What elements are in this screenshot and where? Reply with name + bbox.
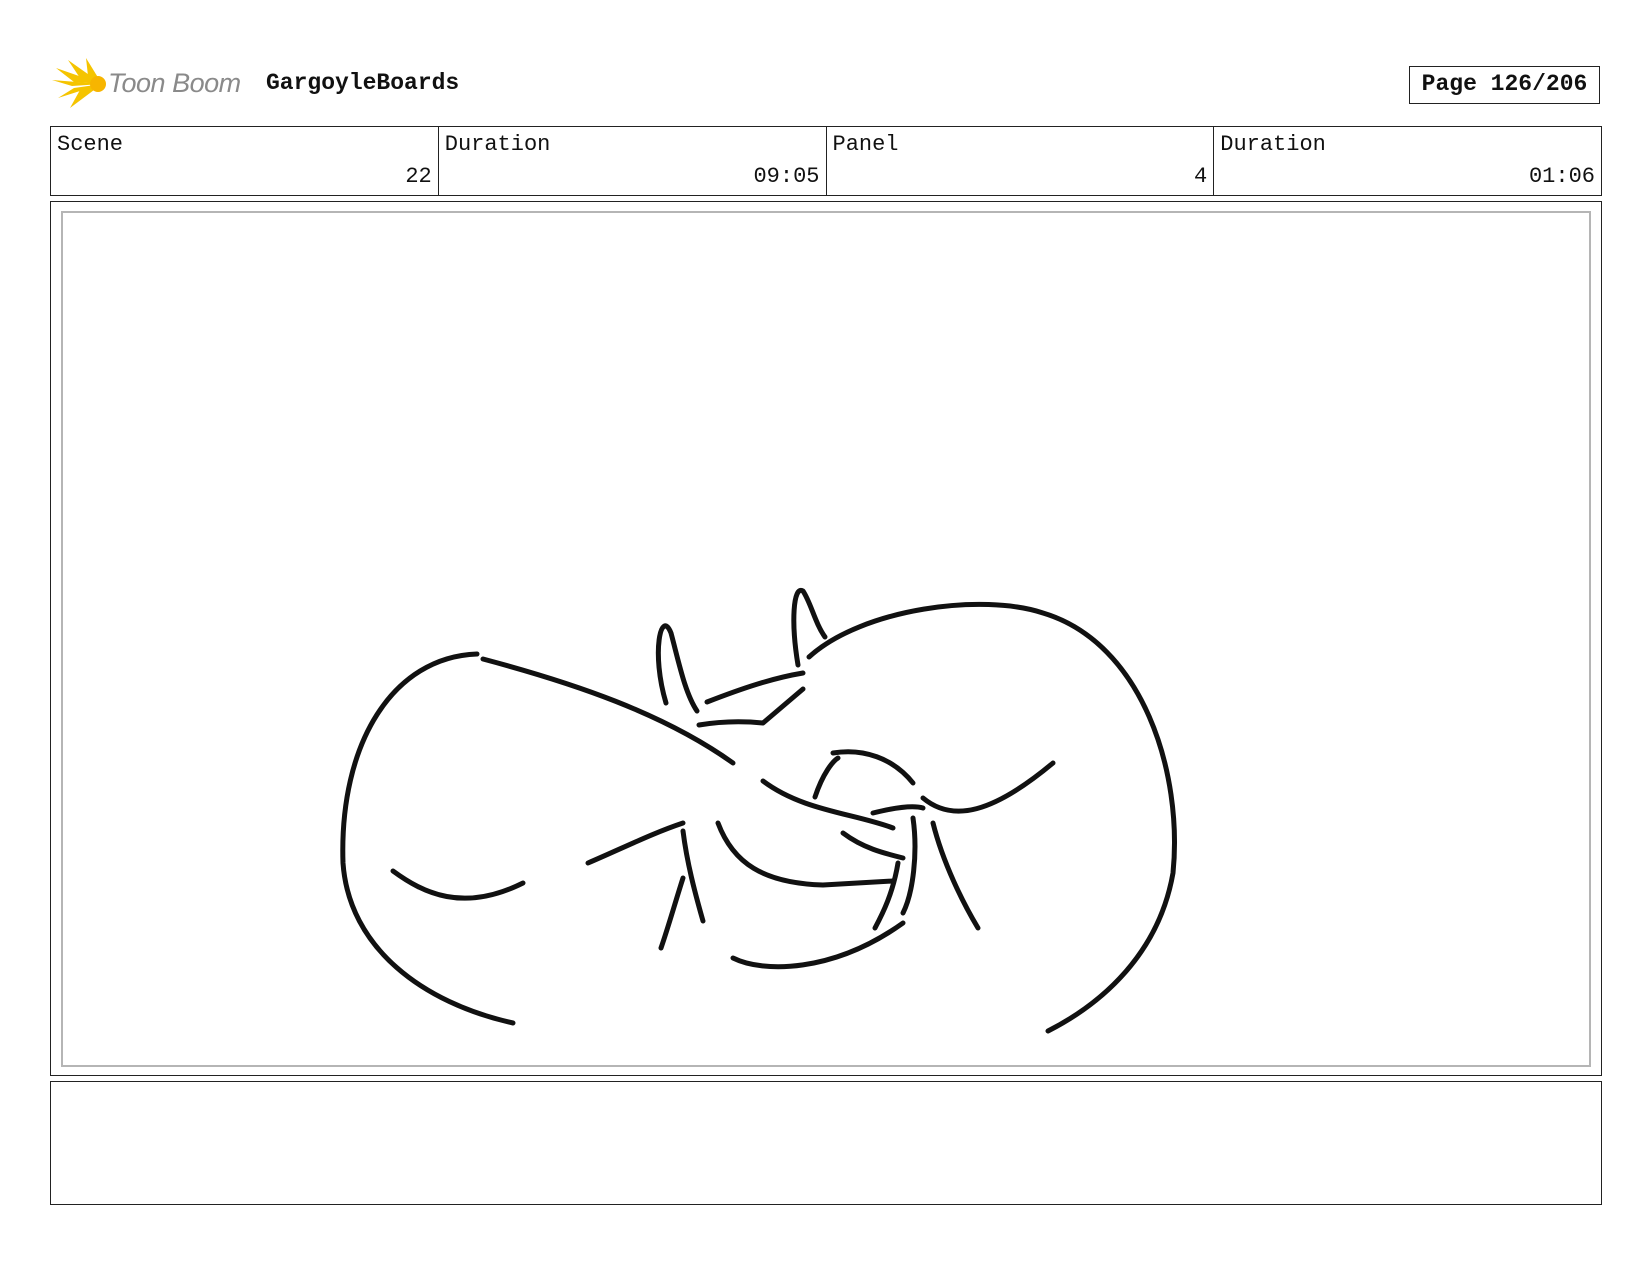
panel-cell: Panel 4 (827, 127, 1215, 195)
panel-duration-value: 01:06 (1528, 164, 1595, 189)
page-indicator: Page 126/206 (1409, 66, 1600, 104)
project-title: GargoyleBoards (266, 70, 460, 96)
scene-duration-cell: Duration 09:05 (439, 127, 827, 195)
panel-value: 4 (1194, 164, 1208, 189)
storyboard-panel (50, 201, 1602, 1076)
panel-image-area (61, 211, 1591, 1067)
scene-duration-value: 09:05 (753, 164, 820, 189)
line-drawing-sketch (340, 587, 1177, 1034)
scene-label: Scene (57, 132, 124, 157)
scene-value: 22 (405, 164, 432, 189)
scene-duration-label: Duration (444, 132, 551, 157)
panel-duration-label: Duration (1220, 132, 1326, 157)
panel-duration-cell: Duration 01:06 (1214, 127, 1601, 195)
toon-boom-logo: Toon Boom (52, 58, 252, 110)
panel-label: Panel (832, 132, 899, 157)
notes-box (50, 1081, 1602, 1205)
logo-text: Toon Boom (108, 68, 241, 98)
starburst-icon (52, 58, 106, 108)
scene-cell: Scene 22 (51, 127, 439, 195)
info-row: Scene 22 Duration 09:05 Panel 4 Duration… (50, 126, 1602, 196)
